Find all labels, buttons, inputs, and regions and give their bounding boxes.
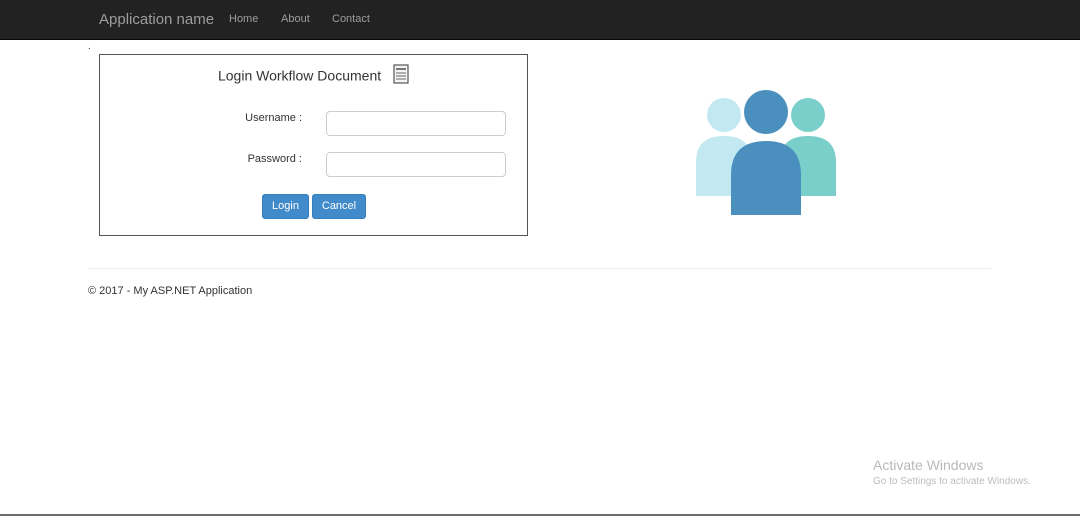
footer-text: © 2017 - My ASP.NET Application — [88, 285, 253, 297]
username-input[interactable] — [326, 111, 506, 136]
cancel-button[interactable]: Cancel — [312, 194, 366, 219]
document-icon — [393, 64, 409, 87]
nav-link-contact[interactable]: Contact — [332, 13, 370, 25]
login-button[interactable]: Login — [262, 194, 309, 219]
footer-divider — [88, 268, 991, 269]
nav-link-home[interactable]: Home — [229, 13, 258, 25]
nav-link-about[interactable]: About — [281, 13, 310, 25]
activate-windows-subtitle: Go to Settings to activate Windows. — [873, 476, 1031, 487]
username-label: Username : — [245, 112, 302, 124]
login-panel: Login Workflow Document Username : Passw… — [99, 54, 528, 236]
password-input[interactable] — [326, 152, 506, 177]
brand-link[interactable]: Application name — [99, 11, 214, 28]
login-title: Login Workflow Document — [217, 67, 382, 84]
password-label: Password : — [247, 153, 302, 165]
top-navbar: Application name Home About Contact — [0, 0, 1080, 40]
users-group-icon — [694, 90, 839, 223]
activate-windows-title: Activate Windows — [873, 457, 984, 473]
login-title-row: Login Workflow Document — [100, 64, 527, 87]
stray-mark: . — [88, 41, 91, 52]
